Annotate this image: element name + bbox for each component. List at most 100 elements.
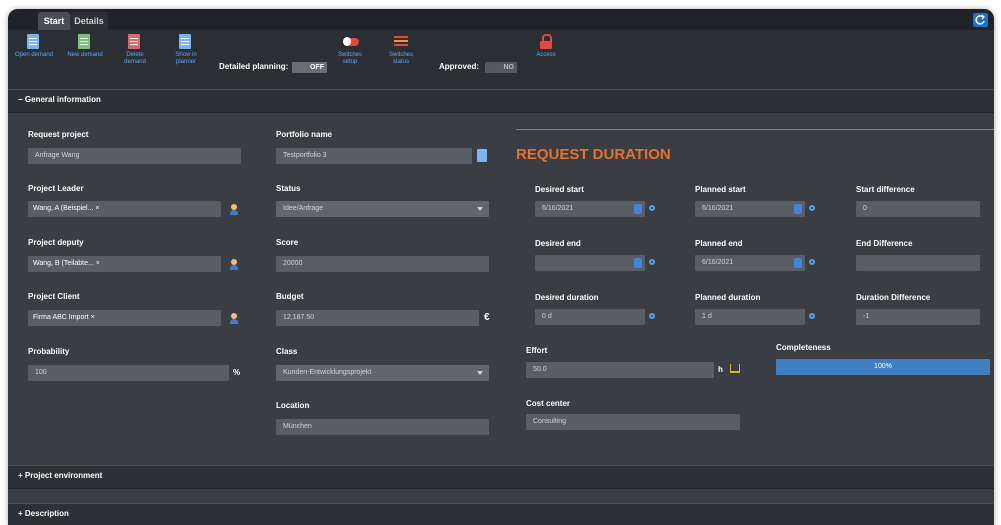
toggle-switch-icon xyxy=(343,34,359,50)
chevron-down-icon xyxy=(477,207,483,211)
end-difference-input xyxy=(856,255,980,271)
refresh-button[interactable] xyxy=(973,13,988,27)
project-client-input[interactable]: Firma ABC Import × xyxy=(28,310,221,326)
duration-difference-input: -1 xyxy=(856,309,980,325)
score-input[interactable]: 20000 xyxy=(276,256,489,272)
planned-end-input[interactable]: 6/16/2021 xyxy=(695,255,805,271)
general-information-header[interactable]: − General information xyxy=(8,89,994,113)
settings-gear-icon[interactable] xyxy=(649,313,655,319)
project-environment-title: + Project environment xyxy=(18,471,103,480)
effort-scale-icon[interactable] xyxy=(730,364,740,373)
project-deputy-input[interactable]: Wang, B (Teilabte... × xyxy=(28,256,221,272)
document-icon[interactable] xyxy=(477,149,487,162)
description-header[interactable]: + Description xyxy=(8,503,994,525)
open-demand-button[interactable]: Open demand xyxy=(14,34,54,59)
desired-end-label: Desired end xyxy=(535,239,581,248)
class-label: Class xyxy=(276,347,298,356)
budget-label: Budget xyxy=(276,292,304,301)
project-client-avatar-icon[interactable] xyxy=(228,312,240,324)
desired-start-label: Desired start xyxy=(535,185,584,194)
project-environment-header[interactable]: + Project environment xyxy=(8,465,994,489)
approved-toggle[interactable]: NO xyxy=(485,62,517,73)
location-label: Location xyxy=(276,401,310,410)
planned-duration-input[interactable]: 1 d xyxy=(695,309,805,325)
effort-input[interactable]: 50.0 xyxy=(526,362,714,378)
project-deputy-chip[interactable]: Wang, B (Teilabte... × xyxy=(33,259,100,269)
lock-icon xyxy=(539,34,553,50)
budget-input[interactable]: 12,187.50 xyxy=(276,310,479,326)
probability-label: Probability xyxy=(28,347,70,356)
status-value: Idee/Anfrage xyxy=(283,205,324,212)
open-document-icon xyxy=(27,34,41,50)
project-leader-input[interactable]: Wang, A (Beispiel... × xyxy=(28,201,221,217)
cost-center-input[interactable]: Consulting xyxy=(526,414,740,430)
delete-document-icon xyxy=(128,34,142,50)
location-input[interactable]: München xyxy=(276,419,489,435)
project-client-label: Project Client xyxy=(28,292,80,301)
calendar-icon[interactable] xyxy=(794,258,802,268)
switches-setup-button[interactable]: Switches setup xyxy=(330,34,370,66)
show-in-planner-button[interactable]: Show in planner xyxy=(166,34,206,66)
portfolio-name-label: Portfolio name xyxy=(276,130,333,139)
start-difference-input: 0 xyxy=(856,201,980,217)
calendar-icon[interactable] xyxy=(634,258,642,268)
portfolio-name-input[interactable]: Testportfolio 3 xyxy=(276,148,472,164)
cost-center-label: Cost center xyxy=(526,399,571,408)
duration-divider xyxy=(516,129,994,130)
desired-duration-input[interactable]: 0 d xyxy=(535,309,645,325)
project-deputy-label: Project deputy xyxy=(28,238,84,247)
calendar-icon[interactable] xyxy=(794,204,802,214)
access-button[interactable]: Access xyxy=(526,34,566,59)
detailed-planning-label: Detailed planning: xyxy=(219,62,289,71)
budget-currency: € xyxy=(484,312,490,323)
effort-label: Effort xyxy=(526,346,548,355)
calendar-icon[interactable] xyxy=(634,204,642,214)
switches-status-button[interactable]: Switches status xyxy=(381,34,421,66)
planned-start-label: Planned start xyxy=(695,185,746,194)
planned-duration-label: Planned duration xyxy=(695,293,761,302)
project-leader-chip[interactable]: Wang, A (Beispiel... × xyxy=(33,204,99,214)
class-select[interactable]: Kunden-Entwicklungsprojekt xyxy=(276,365,489,381)
desired-start-input[interactable]: 6/16/2021 xyxy=(535,201,645,217)
settings-gear-icon[interactable] xyxy=(649,205,655,211)
settings-gear-icon[interactable] xyxy=(809,259,815,265)
app-window: Start Details Open demand New demand Del… xyxy=(8,9,994,525)
show-in-planner-label: Show in planner xyxy=(175,52,197,65)
toolbar: Open demand New demand Delete demand Sho… xyxy=(8,30,994,90)
open-demand-label: Open demand xyxy=(14,52,54,58)
approved-label: Approved: xyxy=(439,62,479,71)
general-information-title: − General information xyxy=(18,95,101,104)
completeness-label: Completeness xyxy=(776,343,831,352)
chevron-down-icon xyxy=(477,371,483,375)
score-label: Score xyxy=(276,238,299,247)
desired-end-input[interactable] xyxy=(535,255,645,271)
request-duration-title: REQUEST DURATION xyxy=(516,146,671,163)
project-leader-avatar-icon[interactable] xyxy=(228,203,240,215)
desired-duration-label: Desired duration xyxy=(535,293,599,302)
settings-gear-icon[interactable] xyxy=(649,259,655,265)
tab-start[interactable]: Start xyxy=(38,12,70,30)
status-select[interactable]: Idee/Anfrage xyxy=(276,201,489,217)
refresh-icon xyxy=(975,14,985,25)
project-deputy-avatar-icon[interactable] xyxy=(228,258,240,270)
delete-demand-label: Delete demand xyxy=(124,52,146,65)
planner-icon xyxy=(179,34,193,50)
tab-details[interactable]: Details xyxy=(70,12,108,30)
settings-gear-icon[interactable] xyxy=(809,313,815,319)
tab-bar: Start Details xyxy=(8,9,994,30)
project-client-chip[interactable]: Firma ABC Import × xyxy=(33,313,95,323)
delete-demand-button[interactable]: Delete demand xyxy=(115,34,155,66)
planned-start-input[interactable]: 6/16/2021 xyxy=(695,201,805,217)
status-label: Status xyxy=(276,184,301,193)
request-project-label: Request project xyxy=(28,130,89,139)
probability-input[interactable]: 100 xyxy=(28,365,229,381)
new-demand-button[interactable]: New demand xyxy=(65,34,105,59)
request-project-input[interactable]: Anfrage Wang xyxy=(28,148,241,164)
settings-gear-icon[interactable] xyxy=(809,205,815,211)
detailed-planning-toggle[interactable]: OFF xyxy=(292,62,327,73)
completeness-progress-bar: 100% xyxy=(776,359,990,375)
switches-status-label: Switches status xyxy=(388,52,413,65)
status-list-icon xyxy=(394,34,408,50)
end-difference-label: End Difference xyxy=(856,239,913,248)
class-value: Kunden-Entwicklungsprojekt xyxy=(283,369,372,376)
